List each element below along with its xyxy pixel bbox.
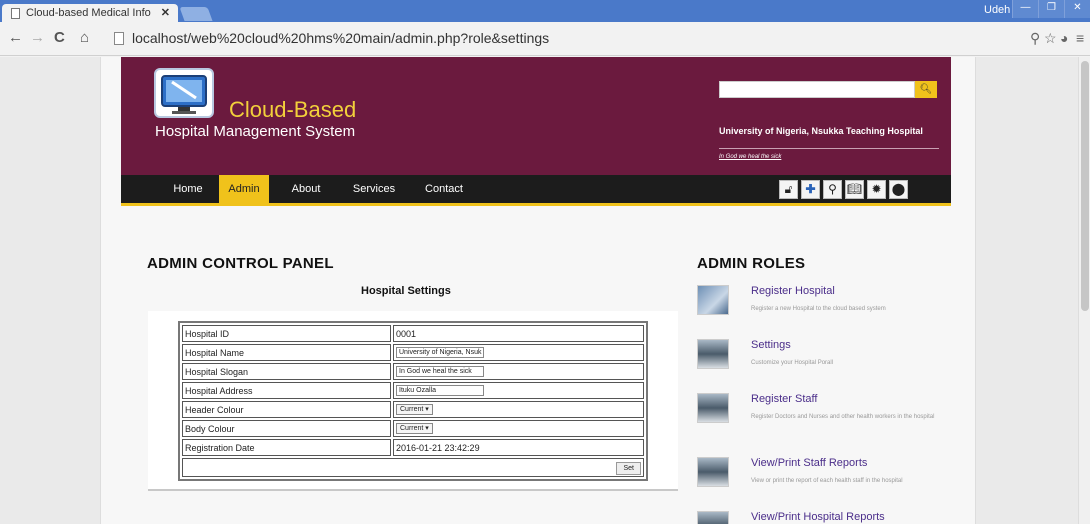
table-row: Body Colour Current ▾ bbox=[182, 420, 644, 437]
table-row: Hospital Address Ituku Ozalla bbox=[182, 382, 644, 399]
row-label: Hospital Slogan bbox=[182, 363, 391, 380]
settings-table: Hospital ID 0001 Hospital Name Universit… bbox=[178, 321, 648, 481]
select-value: Current bbox=[400, 425, 424, 433]
table-row: Set bbox=[182, 458, 644, 477]
profile-name[interactable]: Udeh bbox=[984, 4, 1010, 16]
row-label: Hospital ID bbox=[182, 325, 391, 342]
nav-contact[interactable]: Contact bbox=[413, 175, 475, 203]
reload-icon[interactable]: C bbox=[54, 29, 65, 46]
nav-services[interactable]: Services bbox=[339, 175, 409, 203]
hospital-address-input[interactable]: Ituku Ozalla bbox=[396, 385, 484, 397]
nav-about[interactable]: About bbox=[278, 175, 334, 203]
row-label: Header Colour bbox=[182, 401, 391, 418]
hospital-slogan-input[interactable]: In God we heal the sick bbox=[396, 366, 484, 378]
scrollbar-thumb[interactable] bbox=[1081, 61, 1089, 311]
address-bar: ← → C ⌂ localhost/web%20cloud%20hms%20ma… bbox=[0, 22, 1090, 56]
plus-icon[interactable]: ✚ bbox=[801, 180, 820, 199]
site-subtitle: Hospital Management System bbox=[155, 123, 356, 140]
hospital-motto[interactable]: In God we heal the sick bbox=[719, 154, 781, 160]
search-button[interactable]: 🔍︎ bbox=[915, 81, 937, 98]
roles-heading: ADMIN ROLES bbox=[697, 255, 806, 272]
hospital-name: University of Nigeria, Nsukka Teaching H… bbox=[719, 126, 923, 136]
row-label: Body Colour bbox=[182, 420, 391, 437]
site-container: Cloud-Based Hospital Management System 🔍… bbox=[100, 57, 976, 524]
lock-icon[interactable]: 🔓︎ bbox=[779, 180, 798, 199]
zoom-icon[interactable]: ⚲ bbox=[1030, 30, 1040, 47]
role-title[interactable]: Settings bbox=[751, 339, 791, 351]
star-icon[interactable]: ☆ bbox=[1044, 30, 1057, 47]
url-text: localhost/web%20cloud%20hms%20main/admin… bbox=[132, 30, 550, 46]
main-nav: Home Admin About Services Contact 🔓︎ ✚ ⚲… bbox=[121, 175, 951, 206]
browser-titlebar: Cloud-based Medical Info ✕ Udeh — ❐ ✕ bbox=[0, 0, 1090, 22]
role-thumbnail bbox=[697, 457, 729, 487]
role-thumbnail bbox=[697, 511, 729, 524]
close-window-icon[interactable]: ✕ bbox=[1064, 0, 1090, 18]
section-title: Hospital Settings bbox=[361, 285, 451, 297]
hospital-id-value: 0001 bbox=[393, 325, 644, 342]
gear-icon[interactable]: ✹ bbox=[867, 180, 886, 199]
registration-date-value: 2016-01-21 23:42:29 bbox=[393, 439, 644, 456]
table-row: Registration Date 2016-01-21 23:42:29 bbox=[182, 439, 644, 456]
table-row: Hospital ID 0001 bbox=[182, 325, 644, 342]
row-label: Hospital Address bbox=[182, 382, 391, 399]
page-scrollbar[interactable] bbox=[1078, 57, 1090, 524]
settings-panel: Hospital ID 0001 Hospital Name Universit… bbox=[148, 311, 678, 491]
url-field[interactable]: localhost/web%20cloud%20hms%20main/admin… bbox=[114, 30, 1014, 50]
nav-icon-group: 🔓︎ ✚ ⚲ 📖︎ ✹ ⬤ bbox=[779, 180, 908, 199]
back-icon[interactable]: ← bbox=[8, 29, 23, 46]
globe-icon[interactable]: ⬤ bbox=[889, 180, 908, 199]
role-desc: Register Doctors and Nurses and other he… bbox=[751, 414, 935, 420]
close-tab-icon[interactable]: ✕ bbox=[161, 6, 170, 19]
role-thumbnail bbox=[697, 393, 729, 423]
role-title[interactable]: View/Print Hospital Reports bbox=[751, 511, 885, 523]
minimize-icon[interactable]: — bbox=[1012, 0, 1038, 18]
role-desc: View or print the report of each health … bbox=[751, 478, 903, 484]
role-desc: Register a new Hospital to the cloud bas… bbox=[751, 306, 886, 312]
role-title[interactable]: Register Hospital bbox=[751, 285, 835, 297]
page-icon bbox=[11, 8, 20, 19]
header-colour-select[interactable]: Current ▾ bbox=[396, 404, 433, 416]
role-desc: Customize your Hospital Porall bbox=[751, 360, 834, 366]
page-title: ADMIN CONTROL PANEL bbox=[147, 255, 334, 272]
hospital-name-input[interactable]: University of Nigeria, Nsuk bbox=[396, 347, 484, 359]
page-icon bbox=[114, 32, 124, 45]
set-button[interactable]: Set bbox=[616, 461, 641, 475]
menu-icon[interactable]: ≡ bbox=[1076, 30, 1084, 46]
search-icon[interactable]: ⚲ bbox=[823, 180, 842, 199]
logo-monitor-icon bbox=[154, 68, 214, 118]
row-label: Hospital Name bbox=[182, 344, 391, 361]
browser-tab[interactable]: Cloud-based Medical Info ✕ bbox=[2, 4, 178, 22]
forward-icon[interactable]: → bbox=[30, 29, 45, 46]
extension-icon[interactable]: ◕ bbox=[1060, 30, 1068, 46]
table-row: Hospital Slogan In God we heal the sick bbox=[182, 363, 644, 380]
nav-home[interactable]: Home bbox=[159, 175, 217, 203]
tab-title: Cloud-based Medical Info bbox=[26, 7, 151, 19]
chevron-down-icon: ▾ bbox=[425, 425, 429, 433]
restore-icon[interactable]: ❐ bbox=[1038, 0, 1064, 18]
role-thumbnail bbox=[697, 339, 729, 369]
site-header: Cloud-Based Hospital Management System 🔍… bbox=[121, 57, 951, 175]
search-icon: 🔍︎ bbox=[919, 84, 933, 95]
role-title[interactable]: Register Staff bbox=[751, 393, 817, 405]
page-viewport: Cloud-Based Hospital Management System 🔍… bbox=[0, 57, 1090, 524]
table-row: Hospital Name University of Nigeria, Nsu… bbox=[182, 344, 644, 361]
role-thumbnail bbox=[697, 285, 729, 315]
header-divider bbox=[719, 148, 939, 149]
nav-admin[interactable]: Admin bbox=[219, 175, 269, 203]
search-input[interactable] bbox=[719, 81, 915, 98]
chevron-down-icon: ▾ bbox=[425, 406, 429, 414]
row-label: Registration Date bbox=[182, 439, 391, 456]
role-title[interactable]: View/Print Staff Reports bbox=[751, 457, 867, 469]
body-colour-select[interactable]: Current ▾ bbox=[396, 423, 433, 435]
book-icon[interactable]: 📖︎ bbox=[845, 180, 864, 199]
home-icon[interactable]: ⌂ bbox=[80, 29, 89, 46]
table-row: Header Colour Current ▾ bbox=[182, 401, 644, 418]
new-tab-button[interactable] bbox=[179, 7, 213, 21]
site-title: Cloud-Based bbox=[229, 97, 357, 122]
select-value: Current bbox=[400, 406, 424, 414]
